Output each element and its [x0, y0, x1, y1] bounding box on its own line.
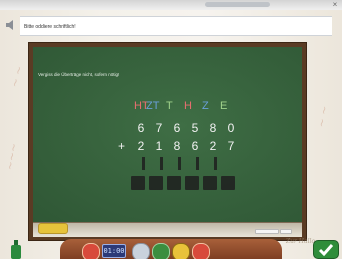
digit: 8	[209, 121, 217, 135]
result-input[interactable]	[131, 176, 145, 190]
result-input[interactable]	[149, 176, 163, 190]
speaker-icon[interactable]	[6, 20, 16, 30]
carry-input[interactable]	[196, 157, 199, 170]
place-value-z: Z	[202, 100, 209, 112]
digit: 5	[191, 121, 199, 135]
result-input[interactable]	[185, 176, 199, 190]
digit: 1	[155, 139, 163, 153]
carry-input[interactable]	[142, 157, 145, 170]
digit: 6	[173, 121, 181, 135]
instruction-header: Bitte oddiere schriftlich!	[6, 16, 336, 36]
close-icon[interactable]: ×	[331, 1, 339, 9]
book-button[interactable]	[172, 243, 190, 259]
digit: 6	[191, 139, 199, 153]
carry-input[interactable]	[178, 157, 181, 170]
bottle-icon[interactable]	[10, 240, 22, 259]
result-input[interactable]	[221, 176, 235, 190]
star-button[interactable]	[82, 243, 100, 259]
green-button[interactable]	[152, 243, 170, 259]
result-input[interactable]	[167, 176, 181, 190]
place-value-zt: ZT	[146, 100, 160, 112]
title-bar	[0, 0, 342, 10]
digit: 2	[209, 139, 217, 153]
digit: 2	[137, 139, 145, 153]
chalk-piece	[280, 229, 292, 234]
exit-button[interactable]	[192, 243, 210, 259]
place-value-t: T	[166, 100, 173, 112]
hint-text: Vergiss die Überträge nicht, sofern nöti…	[38, 72, 120, 77]
digit: 7	[227, 139, 235, 153]
signature: Zur Hallo	[286, 238, 316, 245]
game-screen: ~ ~ ~~~ ~ ~ × Bitte oddiere schriftlich!…	[0, 0, 342, 259]
carry-input[interactable]	[160, 157, 163, 170]
help-button[interactable]	[132, 243, 150, 259]
digit: 7	[155, 121, 163, 135]
digit: 8	[173, 139, 181, 153]
checkmark-icon	[318, 244, 334, 257]
sponge-eraser[interactable]	[38, 223, 68, 234]
place-value-h: H	[184, 100, 192, 112]
carry-input[interactable]	[214, 157, 217, 170]
digit: 6	[137, 121, 145, 135]
result-input[interactable]	[203, 176, 217, 190]
place-value-e: E	[220, 100, 228, 112]
chalk-piece	[255, 229, 279, 234]
instruction-text: Bitte oddiere schriftlich!	[20, 16, 332, 36]
plus-sign: +	[118, 139, 126, 153]
timer-display: 01:00	[102, 244, 126, 258]
digit: 0	[227, 121, 235, 135]
scroll-handle[interactable]	[205, 2, 270, 7]
check-button[interactable]	[313, 240, 339, 259]
